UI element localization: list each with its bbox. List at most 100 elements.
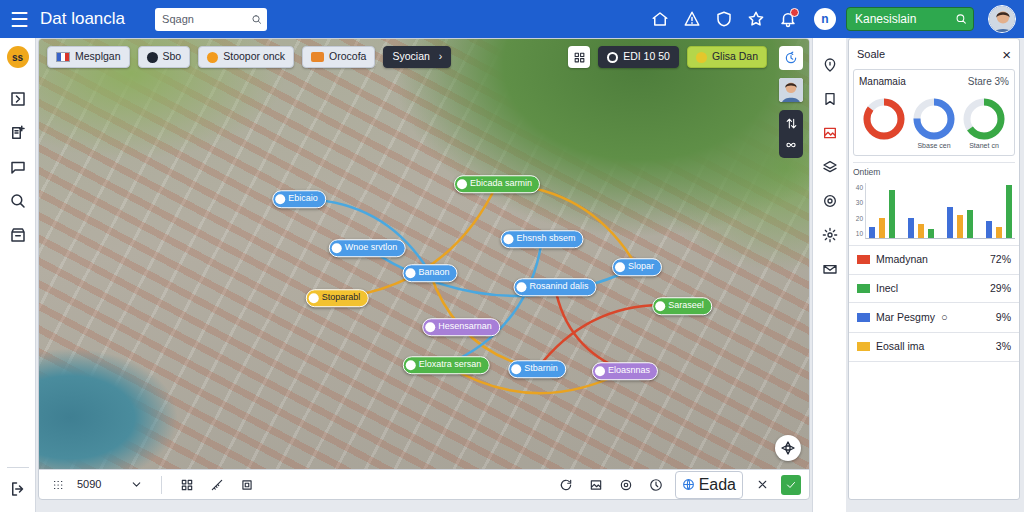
map-image[interactable]: Ebicaio Ebicada sarmin Wnoe srvtlon Ehsnsh … xyxy=(39,39,809,469)
alert-button[interactable] xyxy=(678,5,706,33)
map-pin[interactable]: Stoparabl xyxy=(306,289,369,307)
infinity-icon xyxy=(784,138,798,152)
notifications-button[interactable] xyxy=(774,5,802,33)
donut-track xyxy=(912,97,956,141)
pin-marker xyxy=(516,282,526,292)
summary-card: ManamaiaStare 3%Sbase cenStanet cn xyxy=(853,69,1015,157)
shield-button[interactable] xyxy=(710,5,738,33)
dots-button[interactable] xyxy=(47,474,69,496)
search-button[interactable] xyxy=(5,188,31,214)
map-pin[interactable]: Ebicada sarmin xyxy=(454,175,540,193)
app-title: Dat loancla xyxy=(40,6,125,32)
chevron-button[interactable] xyxy=(125,474,147,496)
arrowbox-icon xyxy=(9,90,27,108)
connection-line xyxy=(555,287,625,371)
infinity-button[interactable] xyxy=(781,136,801,154)
ruler-button[interactable] xyxy=(206,474,228,496)
gear-button[interactable] xyxy=(817,222,843,248)
map-pin[interactable]: Eloasnnas xyxy=(592,362,658,380)
square-button[interactable] xyxy=(236,474,258,496)
quick-search-input[interactable] xyxy=(853,10,955,28)
map-pin[interactable]: Stbarnin xyxy=(508,360,566,378)
map-filter-chip[interactable]: EDI 10 50 xyxy=(598,46,679,68)
legend-option-icon[interactable]: ○ xyxy=(941,309,948,326)
refresh-button[interactable] xyxy=(555,474,577,496)
cycle-button[interactable] xyxy=(779,46,803,70)
user-initial[interactable]: n xyxy=(814,8,836,30)
donut-fill xyxy=(967,102,1001,136)
bookmark-icon xyxy=(822,91,838,107)
target-button[interactable] xyxy=(817,188,843,214)
layers-button[interactable] xyxy=(817,154,843,180)
user-avatar[interactable] xyxy=(779,78,803,102)
grid-button[interactable] xyxy=(568,46,590,68)
close-button[interactable]: × xyxy=(1002,47,1011,62)
mail-icon xyxy=(822,261,838,277)
pin-button[interactable] xyxy=(817,52,843,78)
menu-button[interactable]: ☰ xyxy=(8,9,30,30)
check-button[interactable] xyxy=(781,475,801,495)
updown-button[interactable] xyxy=(781,114,801,132)
chat-button[interactable] xyxy=(5,154,31,180)
map-filter-chip[interactable]: Glisa Dan xyxy=(687,46,767,68)
map-filter-chip[interactable]: Orocofa xyxy=(302,46,375,68)
donut-label: Sbase cen xyxy=(917,141,950,152)
compass-icon xyxy=(780,440,796,456)
panel-header: Soale× xyxy=(849,39,1019,69)
search-input[interactable] xyxy=(160,11,251,28)
chart-title: Ontiem xyxy=(853,166,1015,179)
summary-title: Manamaia xyxy=(859,74,906,89)
map-pin[interactable]: Wnoe srvtlon xyxy=(329,239,406,257)
clock-button[interactable] xyxy=(645,474,667,496)
refresh-icon xyxy=(559,478,573,492)
doc-button[interactable] xyxy=(5,120,31,146)
legend-value: 3% xyxy=(996,339,1011,355)
map-pin[interactable]: Slopar xyxy=(612,258,662,276)
map-pin[interactable]: Eloxatra sersan xyxy=(403,356,490,374)
mail-button[interactable] xyxy=(817,256,843,282)
search-field[interactable] xyxy=(155,8,267,31)
map-pin[interactable]: Ebicaio xyxy=(272,190,326,208)
home-button[interactable] xyxy=(646,5,674,33)
star-button[interactable] xyxy=(742,5,770,33)
map-pin[interactable]: Rosanind dalis xyxy=(513,278,596,296)
chat-icon xyxy=(9,158,27,176)
bookmark-button[interactable] xyxy=(817,86,843,112)
pin-label: Rosanind dalis xyxy=(529,280,588,294)
compass-button[interactable] xyxy=(775,435,801,461)
zoom-level[interactable]: 5090 xyxy=(77,476,101,493)
map-pin[interactable]: Hesensarnan xyxy=(422,318,500,336)
map-filter-chip[interactable]: Syocian› xyxy=(383,46,451,68)
legend-row[interactable]: Inecl29% xyxy=(849,275,1019,304)
pin-marker xyxy=(655,301,665,311)
check-icon xyxy=(785,479,797,491)
map-pin[interactable]: Ehsnsh sbsem xyxy=(500,230,583,248)
cabinet-button[interactable] xyxy=(5,222,31,248)
quick-search-field[interactable] xyxy=(846,7,974,31)
image-button[interactable] xyxy=(817,120,843,146)
map-filter-chip[interactable]: Sbo xyxy=(138,46,191,68)
legend-row[interactable]: Eosall ima3% xyxy=(849,333,1019,362)
map-panel: Ebicaio Ebicada sarmin Wnoe srvtlon Ehsnsh … xyxy=(38,38,810,500)
logout-button[interactable] xyxy=(5,476,31,502)
header-actions: n xyxy=(646,5,1016,33)
target-button[interactable] xyxy=(615,474,637,496)
arrowbox-button[interactable] xyxy=(5,86,31,112)
donut-color xyxy=(867,102,901,136)
bar-group xyxy=(986,185,1012,238)
map-filter-chip[interactable]: Stoopor onck xyxy=(198,46,294,68)
grid-icon xyxy=(180,478,194,492)
donut-track xyxy=(862,97,906,141)
donut-chart xyxy=(862,97,906,152)
map-pin[interactable]: Banaon xyxy=(402,264,457,282)
map-filter-chip[interactable]: Mesplgan xyxy=(47,46,130,68)
legend-row[interactable]: Mar Pesgmy○9% xyxy=(849,303,1019,333)
legend-row[interactable]: Mmadynan72% xyxy=(849,246,1019,275)
close-button[interactable] xyxy=(751,474,773,496)
app-logo[interactable]: ss xyxy=(7,46,29,68)
grid-button[interactable] xyxy=(176,474,198,496)
map-pin[interactable]: Saraseel xyxy=(652,297,712,315)
image-button[interactable] xyxy=(585,474,607,496)
layer-chip[interactable]: Eada xyxy=(675,471,743,499)
user-avatar[interactable] xyxy=(988,5,1016,33)
